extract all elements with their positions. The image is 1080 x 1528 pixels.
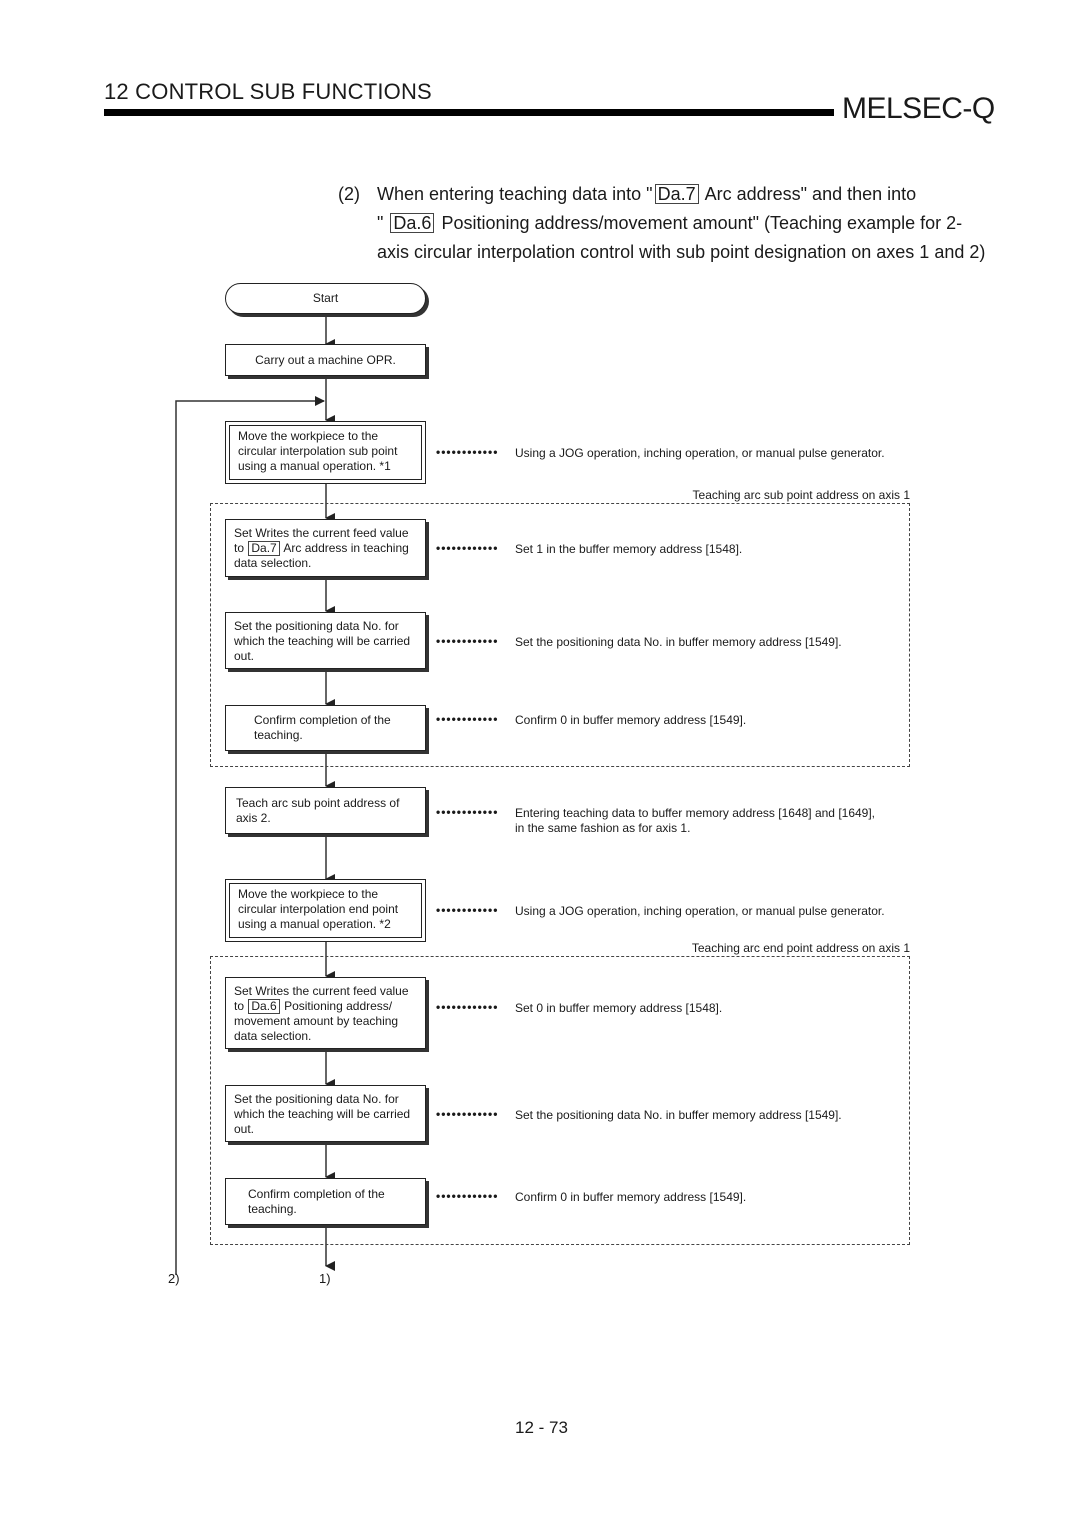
flow-step-move-sub-point: Move the workpiece to the circular inter… (225, 421, 426, 484)
leader-dots: •••••••••••• (436, 1189, 499, 1203)
note-set-writes-da6: Set 0 in buffer memory address [1548]. (515, 1001, 723, 1015)
group-end-point-axis1-label: Teaching arc end point address on axis 1 (691, 941, 910, 955)
note-move-sub-point: Using a JOG operation, inching operation… (515, 446, 885, 460)
flow-step-label: Set the positioning data No. for which t… (234, 1092, 411, 1136)
flow-step-label: Confirm completion of the teaching. (248, 1187, 385, 1216)
flow-start: Start (225, 283, 426, 314)
note-line: Entering teaching data to buffer memory … (515, 806, 876, 820)
flow-step-move-end-point: Move the workpiece to the circular inter… (225, 879, 426, 942)
flow-step-label: Set the positioning data No. for which t… (234, 619, 411, 663)
flow-step-label: Set Writes the current feed value to Da.… (234, 526, 409, 570)
leader-dots: •••••••••••• (436, 541, 499, 555)
leader-dots: •••••••••••• (436, 634, 499, 648)
connector-label-1: 1) (319, 1271, 331, 1286)
flow-step-confirm-2: Confirm completion of the teaching. (225, 1178, 426, 1225)
group-sub-point-axis1-label: Teaching arc sub point address on axis 1 (692, 488, 910, 502)
page-number: 12 - 73 (515, 1418, 568, 1437)
note-set-writes-da7: Set 1 in the buffer memory address [1548… (515, 542, 743, 556)
flow-step-set-positioning-no-1: Set the positioning data No. for which t… (225, 612, 426, 669)
flow-step-set-writes-da6: Set Writes the current feed value to Da.… (225, 977, 426, 1049)
flow-step-label: Set Writes the current feed value to Da.… (234, 984, 409, 1043)
note-confirm-1: Confirm 0 in buffer memory address [1549… (515, 713, 747, 727)
flow-step-label: Confirm completion of the teaching. (254, 713, 391, 742)
leader-dots: •••••••••••• (436, 1000, 499, 1014)
flow-step-set-writes-da7: Set Writes the current feed value to Da.… (225, 519, 426, 577)
flow-step-set-positioning-no-2: Set the positioning data No. for which t… (225, 1085, 426, 1142)
flow-step-label: Move the workpiece to the circular inter… (229, 883, 422, 938)
leader-dots: •••••••••••• (436, 712, 499, 726)
leader-dots: •••••••••••• (436, 1107, 499, 1121)
parameter-tag-da6: Da.6 (248, 999, 280, 1014)
flow-start-label: Start (312, 291, 339, 305)
parameter-tag-da7: Da.7 (248, 541, 280, 556)
connector-label-2: 2) (168, 1271, 180, 1286)
note-set-positioning-no-2: Set the positioning data No. in buffer m… (515, 1108, 842, 1122)
flow-step-confirm-1: Confirm completion of the teaching. (225, 705, 426, 751)
note-set-positioning-no-1: Set the positioning data No. in buffer m… (515, 635, 842, 649)
flow-step-label: Move the workpiece to the circular inter… (229, 425, 422, 480)
note-confirm-2: Confirm 0 in buffer memory address [1549… (515, 1190, 747, 1204)
note-move-end-point: Using a JOG operation, inching operation… (515, 904, 885, 918)
flow-step-label: Carry out a machine OPR. (255, 352, 396, 367)
note-teach-axis-2: Entering teaching data to buffer memory … (515, 806, 875, 836)
flow-step-label: Teach arc sub point address of axis 2. (236, 796, 400, 825)
leader-dots: •••••••••••• (436, 805, 499, 819)
flow-step-opr: Carry out a machine OPR. (225, 344, 426, 376)
note-line: in the same fashion as for axis 1. (515, 821, 691, 835)
leader-dots: •••••••••••• (436, 903, 499, 917)
leader-dots: •••••••••••• (436, 445, 499, 459)
flow-step-teach-axis-2: Teach arc sub point address of axis 2. (225, 787, 426, 834)
